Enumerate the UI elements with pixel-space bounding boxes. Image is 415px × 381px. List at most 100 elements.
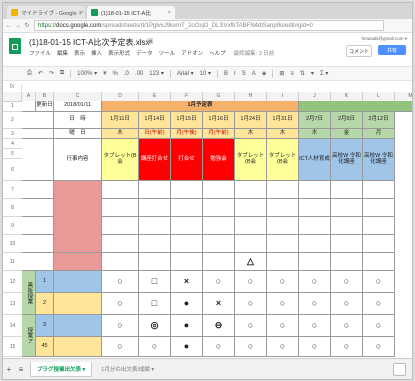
date-cell[interactable]: 2月7日 bbox=[299, 112, 331, 129]
event-cell[interactable]: 高校W 令和化講座 bbox=[363, 139, 395, 181]
empty-cell[interactable] bbox=[22, 129, 54, 139]
share-button[interactable]: 共有 bbox=[378, 45, 406, 55]
attendance-mark-cell[interactable]: □ bbox=[139, 271, 171, 293]
attendance-mark-cell[interactable]: ◎ bbox=[139, 315, 171, 337]
attendance-mark-cell[interactable]: ○ bbox=[139, 337, 171, 357]
attendance-mark-cell[interactable]: ○ bbox=[363, 271, 395, 293]
date-cell[interactable]: 1月16日 bbox=[203, 112, 235, 129]
column-header[interactable]: I bbox=[267, 92, 299, 101]
attendance-mark-cell[interactable]: ⊖ bbox=[203, 315, 235, 337]
menu-item[interactable]: アドオン bbox=[181, 49, 203, 57]
schedule-cell[interactable] bbox=[235, 199, 267, 217]
sheet-tab[interactable]: 1月分の出欠表/成績 ▾ bbox=[95, 362, 160, 376]
empty-cell[interactable] bbox=[22, 199, 54, 217]
menu-item[interactable]: 編集 bbox=[57, 49, 68, 57]
back-icon[interactable]: ← bbox=[6, 23, 12, 29]
weekday-cell[interactable]: 金 bbox=[331, 129, 363, 139]
schedule-cell[interactable] bbox=[267, 217, 299, 235]
student-name-cell[interactable] bbox=[54, 337, 102, 357]
event-cell[interactable]: 講座打合せ bbox=[139, 139, 171, 181]
document-title[interactable]: (1)18-01-15 ICT-A比次予定表.xlsx bbox=[29, 37, 149, 48]
schedule-cell[interactable] bbox=[102, 235, 139, 253]
attendance-mark-cell[interactable]: ○ bbox=[299, 271, 331, 293]
event-cell[interactable]: ICT人材育成 bbox=[299, 139, 331, 181]
toolbar-button[interactable]: ⧉ bbox=[60, 70, 64, 77]
column-header[interactable]: L bbox=[363, 92, 395, 101]
column-header[interactable]: J bbox=[299, 92, 331, 101]
account-email[interactable]: hmasaki@gmail.com ▾ bbox=[362, 36, 407, 42]
row-number-cell[interactable]: 3 bbox=[36, 315, 54, 337]
toolbar-button[interactable]: S bbox=[242, 71, 246, 77]
toolbar-button[interactable]: ⊞ bbox=[279, 70, 284, 77]
schedule-cell[interactable] bbox=[102, 199, 139, 217]
column-header[interactable]: K bbox=[331, 92, 363, 101]
attendance-mark-cell[interactable] bbox=[267, 253, 299, 271]
weekday-cell[interactable]: 日(午前) bbox=[139, 129, 171, 139]
schedule-cell[interactable] bbox=[171, 199, 203, 217]
row-header[interactable]: 5 bbox=[3, 149, 22, 159]
attendance-mark-cell[interactable]: ○ bbox=[331, 293, 363, 315]
attendance-mark-cell[interactable] bbox=[203, 253, 235, 271]
all-sheets-icon[interactable]: ≡ bbox=[15, 365, 27, 374]
event-cell[interactable]: 打合せ bbox=[171, 139, 203, 181]
schedule-cell[interactable] bbox=[139, 199, 171, 217]
toolbar-button[interactable]: .00 bbox=[135, 71, 143, 77]
attendance-mark-cell[interactable]: ● bbox=[171, 293, 203, 315]
menu-item[interactable]: ツール bbox=[159, 49, 176, 57]
toolbar-button[interactable]: 10 ▾ bbox=[200, 70, 211, 77]
weekday-cell[interactable]: 月(午後) bbox=[171, 129, 203, 139]
attendance-mark-cell[interactable]: ○ bbox=[331, 337, 363, 357]
attendance-mark-cell[interactable]: ○ bbox=[102, 271, 139, 293]
empty-cell[interactable] bbox=[22, 217, 54, 235]
empty-cell[interactable] bbox=[22, 139, 54, 181]
date-cell[interactable]: 1月31日 bbox=[267, 112, 299, 129]
toolbar-button[interactable]: Arial ▾ bbox=[177, 70, 194, 77]
toolbar-button[interactable]: ◈ bbox=[262, 70, 267, 77]
schedule-cell[interactable] bbox=[171, 181, 203, 199]
attendance-mark-cell[interactable]: ○ bbox=[363, 337, 395, 357]
star-icon[interactable]: ☆ bbox=[137, 37, 143, 45]
weekday-cell[interactable]: 木 bbox=[102, 129, 139, 139]
schedule-cell[interactable] bbox=[235, 181, 267, 199]
schedule-cell[interactable] bbox=[363, 235, 395, 253]
column-header[interactable]: D bbox=[102, 92, 139, 101]
forward-icon[interactable]: → bbox=[15, 23, 21, 29]
schedule-cell[interactable] bbox=[363, 217, 395, 235]
empty-cell[interactable] bbox=[22, 181, 54, 199]
row-header[interactable]: 7 bbox=[3, 181, 22, 199]
attendance-mark-cell[interactable]: ○ bbox=[235, 271, 267, 293]
schedule-cell[interactable] bbox=[102, 217, 139, 235]
attendance-mark-cell[interactable]: ● bbox=[171, 337, 203, 357]
toolbar-button[interactable]: ⎙ bbox=[27, 70, 32, 77]
empty-cell[interactable] bbox=[22, 101, 36, 112]
weekday-cell[interactable]: 木 bbox=[235, 129, 267, 139]
schedule-cell[interactable] bbox=[139, 217, 171, 235]
toolbar-button[interactable]: B bbox=[224, 71, 228, 77]
spreadsheet-grid[interactable]: ABCDEFGHIJKLM 123456789101112131415 更新日2… bbox=[3, 92, 412, 359]
schedule-cell[interactable] bbox=[267, 199, 299, 217]
weekday-cell[interactable]: 木 bbox=[299, 129, 331, 139]
weekday-cell[interactable]: 月(午前) bbox=[203, 129, 235, 139]
reload-icon[interactable]: ↻ bbox=[24, 22, 30, 29]
formula-input[interactable] bbox=[22, 82, 412, 91]
attendance-mark-cell[interactable]: ○ bbox=[331, 315, 363, 337]
column-header[interactable]: A bbox=[22, 92, 36, 101]
student-name-cell[interactable] bbox=[54, 253, 102, 271]
column-header[interactable] bbox=[3, 92, 22, 101]
column-header[interactable]: F bbox=[171, 92, 203, 101]
schedule-cell[interactable] bbox=[299, 199, 331, 217]
toolbar-button[interactable]: ⇅ bbox=[300, 70, 305, 77]
row-header[interactable]: 13 bbox=[3, 293, 22, 315]
attendance-mark-cell[interactable]: ○ bbox=[299, 293, 331, 315]
toolbar-button[interactable]: Σ ▾ bbox=[320, 70, 328, 77]
row-header[interactable]: 10 bbox=[3, 235, 22, 253]
side-group-label[interactable]: 授業ア bbox=[22, 315, 36, 357]
row-header[interactable]: 12 bbox=[3, 271, 22, 293]
toolbar-button[interactable]: 123 ▾ bbox=[149, 70, 164, 77]
column-header[interactable]: C bbox=[54, 92, 102, 101]
column-header[interactable]: B bbox=[36, 92, 54, 101]
menu-item[interactable]: データ bbox=[136, 49, 153, 57]
row-header[interactable]: 1 bbox=[3, 101, 22, 112]
attendance-mark-cell[interactable] bbox=[171, 253, 203, 271]
event-cell[interactable]: タブレット(B会 bbox=[102, 139, 139, 181]
